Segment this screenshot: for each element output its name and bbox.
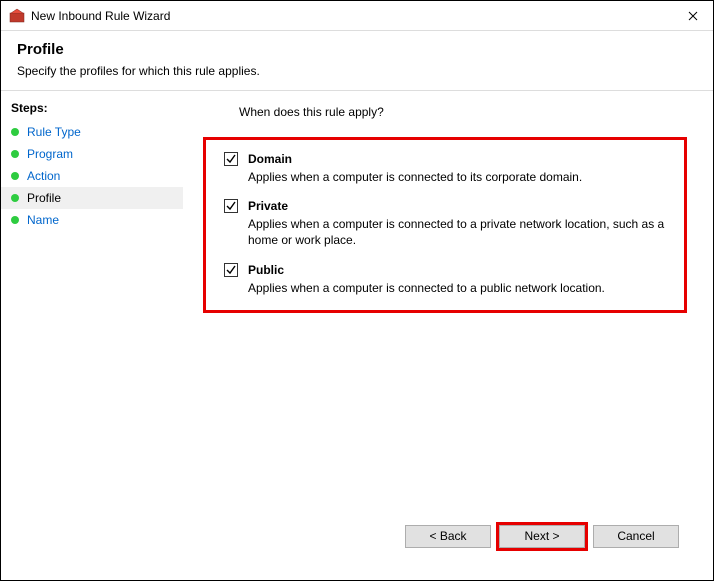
step-action[interactable]: Action [1, 165, 183, 187]
body: Steps: Rule Type Program Action Profile … [1, 90, 713, 580]
step-program[interactable]: Program [1, 143, 183, 165]
step-rule-type[interactable]: Rule Type [1, 121, 183, 143]
page-title: Profile [17, 41, 697, 58]
option-public-label: Public [248, 263, 284, 277]
option-public-desc: Applies when a computer is connected to … [248, 280, 666, 296]
option-private: Private Applies when a computer is conne… [224, 199, 666, 248]
checkbox-public[interactable] [224, 263, 238, 277]
back-button[interactable]: < Back [405, 525, 491, 548]
header: Profile Specify the profiles for which t… [1, 31, 713, 90]
bullet-icon [11, 216, 19, 224]
app-icon [9, 8, 25, 24]
bullet-icon [11, 194, 19, 202]
checkbox-domain[interactable] [224, 152, 238, 166]
bullet-icon [11, 172, 19, 180]
step-label: Action [27, 169, 60, 183]
option-domain-label: Domain [248, 152, 292, 166]
option-public: Public Applies when a computer is connec… [224, 263, 666, 296]
step-name[interactable]: Name [1, 209, 183, 231]
next-button[interactable]: Next > [499, 525, 585, 548]
option-domain-desc: Applies when a computer is connected to … [248, 169, 666, 185]
titlebar: New Inbound Rule Wizard [1, 1, 713, 31]
window-title: New Inbound Rule Wizard [31, 9, 673, 23]
option-private-desc: Applies when a computer is connected to … [248, 216, 666, 248]
close-button[interactable] [673, 1, 713, 31]
wizard-window: New Inbound Rule Wizard Profile Specify … [0, 0, 714, 581]
footer-buttons: < Back Next > Cancel [203, 516, 693, 566]
step-label: Program [27, 147, 73, 161]
profiles-group: Domain Applies when a computer is connec… [203, 137, 687, 313]
step-label: Profile [27, 191, 61, 205]
checkbox-private[interactable] [224, 199, 238, 213]
steps-heading: Steps: [1, 99, 183, 121]
step-label: Rule Type [27, 125, 81, 139]
page-subtitle: Specify the profiles for which this rule… [17, 64, 697, 78]
question-text: When does this rule apply? [239, 105, 693, 119]
option-domain: Domain Applies when a computer is connec… [224, 152, 666, 185]
bullet-icon [11, 150, 19, 158]
bullet-icon [11, 128, 19, 136]
step-profile[interactable]: Profile [1, 187, 183, 209]
cancel-button[interactable]: Cancel [593, 525, 679, 548]
steps-sidebar: Steps: Rule Type Program Action Profile … [1, 91, 183, 580]
content-panel: When does this rule apply? Domain Applie… [183, 91, 713, 580]
step-label: Name [27, 213, 59, 227]
option-private-label: Private [248, 199, 288, 213]
